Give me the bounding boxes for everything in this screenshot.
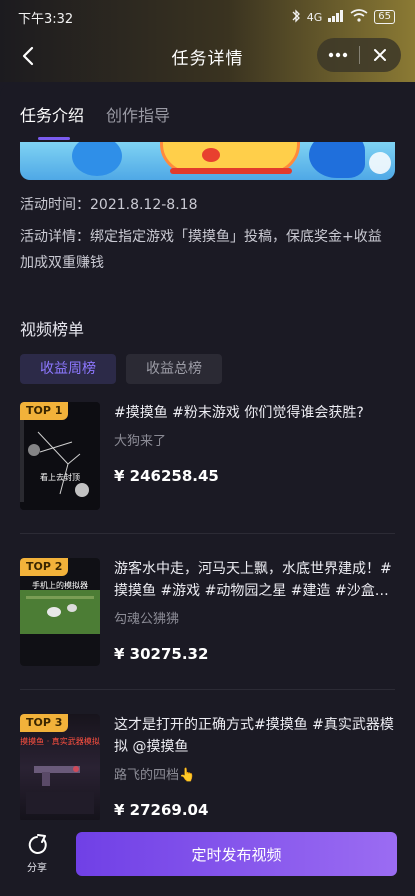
network-label: 4G [306,10,323,24]
status-bar: 下午3:32 4G 65 [0,0,415,34]
schedule-publish-button[interactable]: 定时发布视频 [76,832,397,876]
video-thumbnail[interactable]: TOP 3 摸摸鱼 · 真实武器模拟 [20,714,100,822]
more-dots-icon [328,52,347,58]
banner-shark-art [309,142,365,178]
bottom-action-bar: 分享 定时发布视频 [0,820,415,896]
event-banner[interactable] [20,142,395,180]
tab-task-intro[interactable]: 任务介绍 [20,102,84,140]
close-icon [374,49,387,61]
chip-total-earnings[interactable]: 收益总榜 [126,354,222,384]
video-author: 勾魂公狒狒 [114,612,180,627]
bluetooth-icon [291,8,301,26]
signal-icon [328,9,344,25]
rank-badge: TOP 1 [20,402,69,420]
wifi-icon [350,9,368,25]
list-item[interactable]: TOP 2 手机上的模拟器 游客水中走，河马天上飘，水底世界建成！#摸摸鱼 #游… [20,558,395,690]
list-item[interactable]: TOP 1 看上去封顶 #摸摸鱼 #粉末游戏 你们觉得谁会获胜? 大狗来了 ¥ … [20,402,395,534]
nav-bar: 任务详情 [0,34,415,78]
tab-bar: 任务介绍 创作指导 [0,82,415,142]
video-list: TOP 1 看上去封顶 #摸摸鱼 #粉末游戏 你们觉得谁会获胜? 大狗来了 ¥ … [0,384,415,846]
header-area: 下午3:32 4G 65 任务详情 [0,0,415,82]
video-thumbnail[interactable]: TOP 1 看上去封顶 [20,402,100,510]
video-earnings: ¥ 27269.04 [114,801,209,819]
chevron-left-icon [22,46,34,66]
video-author: 路飞的四档👆 [114,768,196,783]
video-author: 大狗来了 [114,434,167,449]
video-earnings: ¥ 30275.32 [114,645,209,663]
status-time: 下午3:32 [18,11,74,27]
video-title: 这才是打开的正确方式#摸摸鱼 #真实武器模拟 @摸摸鱼 [114,717,394,755]
chip-weekly-earnings[interactable]: 收益周榜 [20,354,116,384]
battery-icon: 65 [374,10,395,24]
banner-fish-art [72,142,122,176]
video-title: 游客水中走，河马天上飘，水底世界建成！#摸摸鱼 #游戏 #动物园之星 #建造 #… [114,561,392,599]
banner-date-strip [170,168,292,174]
status-icons: 4G 65 [291,8,395,26]
tab-creation-guide[interactable]: 创作指导 [106,102,170,132]
activity-time: 活动时间：2021.8.12-8.18 [20,197,198,213]
more-button[interactable] [317,38,359,72]
mini-program-capsule [317,38,401,72]
banner-crab-art [202,148,220,162]
share-label: 分享 [27,863,47,874]
item-text: #摸摸鱼 #粉末游戏 你们觉得谁会获胜? 大狗来了 ¥ 246258.45 [114,402,395,509]
share-button[interactable]: 分享 [18,834,56,874]
rank-badge: TOP 2 [20,558,69,576]
item-text: 这才是打开的正确方式#摸摸鱼 #真实武器模拟 @摸摸鱼 路飞的四档👆 ¥ 272… [114,714,395,821]
content-sheet: 任务介绍 创作指导 活动时间：2021.8.12-8.18 活动详情：绑定指定游… [0,82,415,896]
video-earnings: ¥ 246258.45 [114,467,219,485]
thumbnail-caption: 摸摸鱼 · 真实武器模拟 [20,737,100,746]
video-thumbnail[interactable]: TOP 2 手机上的模拟器 [20,558,100,666]
rank-badge: TOP 3 [20,714,69,732]
back-button[interactable] [14,42,42,70]
close-button[interactable] [360,38,402,72]
activity-info: 活动时间：2021.8.12-8.18 活动详情：绑定指定游戏「摸摸鱼」投稿，保… [0,180,415,276]
page-title: 任务详情 [171,48,244,69]
activity-details: 活动详情：绑定指定游戏「摸摸鱼」投稿，保底奖金+收益加成双重赚钱 [20,229,382,271]
leaderboard-filter: 收益周榜 收益总榜 [0,340,415,384]
video-title: #摸摸鱼 #粉末游戏 你们觉得谁会获胜? [114,405,364,421]
leaderboard-title: 视频榜单 [20,320,85,339]
share-icon [28,834,47,854]
item-text: 游客水中走，河马天上飘，水底世界建成！#摸摸鱼 #游戏 #动物园之星 #建造 #… [114,558,395,665]
thumbnail-caption: 看上去封顶 [40,473,80,482]
banner-ball-art [369,152,391,174]
thumbnail-caption: 手机上的模拟器 [32,581,88,590]
